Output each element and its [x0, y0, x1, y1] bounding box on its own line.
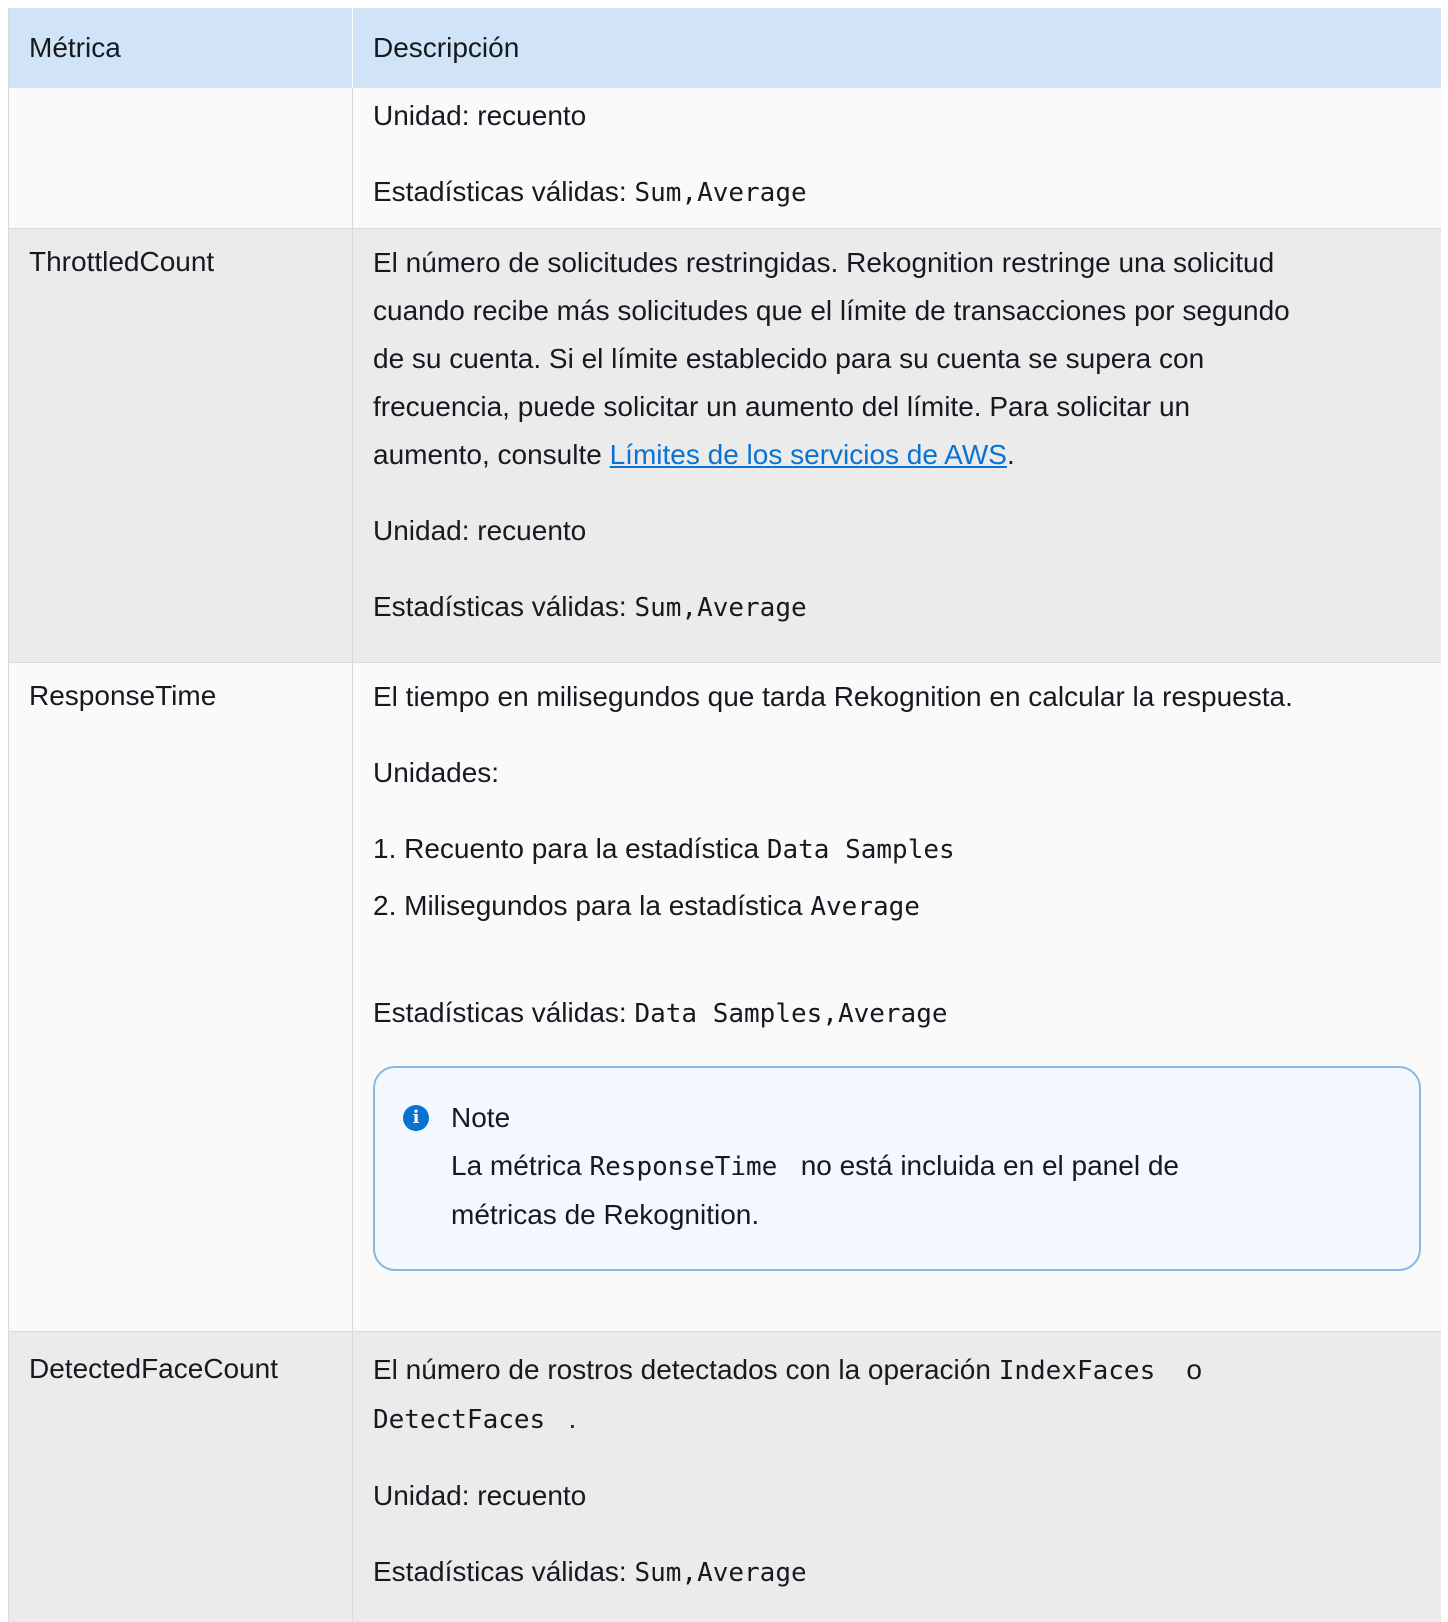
list-text: Milisegundos para la estadística [404, 890, 803, 921]
info-icon: i [403, 1105, 429, 1131]
aws-limits-link[interactable]: Límites de los servicios de AWS [610, 439, 1007, 470]
list-text: Recuento para la estadística [404, 833, 760, 864]
description-cell: El tiempo en milisegundos que tarda Reko… [353, 663, 1441, 1331]
desc-text: El número de rostros detectados con la o… [373, 1354, 991, 1385]
stats-code: Sum,Average [634, 593, 807, 623]
desc-line: El número de solicitudes restringidas. R… [373, 247, 1275, 278]
table-row: ResponseTime El tiempo en milisegundos q… [9, 663, 1441, 1332]
table-header: Métrica Descripción [9, 8, 1441, 88]
description-cell: El número de solicitudes restringidas. R… [353, 229, 1441, 662]
list-number: 1. [373, 833, 397, 864]
desc-text: El tiempo en milisegundos que tarda Reko… [373, 681, 1293, 712]
note-title: Note [451, 1102, 511, 1133]
note-text: La métrica [451, 1150, 582, 1181]
desc-text: o [1186, 1354, 1202, 1385]
unit-text: Unidad: recuento [373, 100, 587, 131]
note-box: i Note La métrica ResponseTime no está i… [373, 1066, 1421, 1271]
units-list: 1. Recuento para la estadística Data Sam… [373, 821, 1421, 935]
note-body: La métrica ResponseTime no está incluida… [403, 1142, 1391, 1239]
table-row: Unidad: recuento Estadísticas válidas: S… [9, 88, 1441, 229]
table-row: ThrottledCount El número de solicitudes … [9, 229, 1441, 663]
list-code: Average [810, 892, 920, 922]
desc-line: aumento, consulte Límites de los servici… [373, 431, 1421, 479]
list-item: 1. Recuento para la estadística Data Sam… [373, 821, 1421, 878]
unit-text: Unidad: recuento [373, 1480, 587, 1511]
metric-cell: DetectedFaceCount [9, 1332, 353, 1622]
metrics-table: Métrica Descripción Unidad: recuento Est… [8, 8, 1441, 1622]
stats-label: Estadísticas válidas: [373, 997, 627, 1028]
metric-name: ResponseTime [29, 680, 217, 711]
desc-text: El número de rostros detectados con la o… [373, 1346, 1421, 1395]
metric-cell [9, 88, 353, 228]
desc-text: DetectFaces . [373, 1395, 1421, 1444]
valid-stats: Estadísticas válidas: Sum,Average [373, 583, 1421, 632]
description-cell: El número de rostros detectados con la o… [353, 1332, 1441, 1622]
desc-text: . [568, 1403, 577, 1434]
table-row: DetectedFaceCount El número de rostros d… [9, 1332, 1441, 1622]
units-label: Unidades: [373, 757, 500, 788]
list-code: Data Samples [766, 835, 955, 865]
desc-code: DetectFaces [373, 1405, 546, 1435]
stats-code: Data Samples,Average [634, 999, 948, 1029]
unit-text: Unidad: recuento [373, 515, 587, 546]
desc-line: de su cuenta. Si el límite establecido p… [373, 343, 1205, 374]
note-header: i Note [403, 1094, 1391, 1142]
stats-code: Sum,Average [634, 178, 807, 208]
valid-stats: Estadísticas válidas: Data Samples,Avera… [373, 989, 1421, 1038]
note-text: no está incluida en el panel de [800, 1150, 1179, 1181]
header-description: Descripción [373, 32, 520, 63]
list-item: 2. Milisegundos para la estadística Aver… [373, 878, 1421, 935]
note-code: ResponseTime [589, 1152, 778, 1182]
note-text: métricas de Rekognition. [451, 1199, 760, 1230]
metric-name: DetectedFaceCount [29, 1353, 279, 1384]
stats-label: Estadísticas válidas: [373, 1556, 627, 1587]
valid-stats: Estadísticas válidas: Sum,Average [373, 168, 1421, 217]
metric-cell: ThrottledCount [9, 229, 353, 662]
desc-code: IndexFaces [998, 1356, 1156, 1386]
stats-code: Sum,Average [634, 1558, 807, 1588]
list-number: 2. [373, 890, 397, 921]
desc-line: frecuencia, puede solicitar un aumento d… [373, 391, 1191, 422]
desc-text: aumento, consulte [373, 439, 610, 470]
stats-label: Estadísticas válidas: [373, 176, 627, 207]
header-metric: Métrica [9, 8, 353, 88]
valid-stats: Estadísticas válidas: Sum,Average [373, 1548, 1421, 1597]
stats-label: Estadísticas válidas: [373, 591, 627, 622]
description-cell: Unidad: recuento Estadísticas válidas: S… [353, 88, 1441, 228]
metric-cell: ResponseTime [9, 663, 353, 1331]
desc-line: cuando recibe más solicitudes que el lím… [373, 295, 1290, 326]
desc-text: . [1006, 439, 1015, 470]
metric-name: ThrottledCount [29, 246, 215, 277]
